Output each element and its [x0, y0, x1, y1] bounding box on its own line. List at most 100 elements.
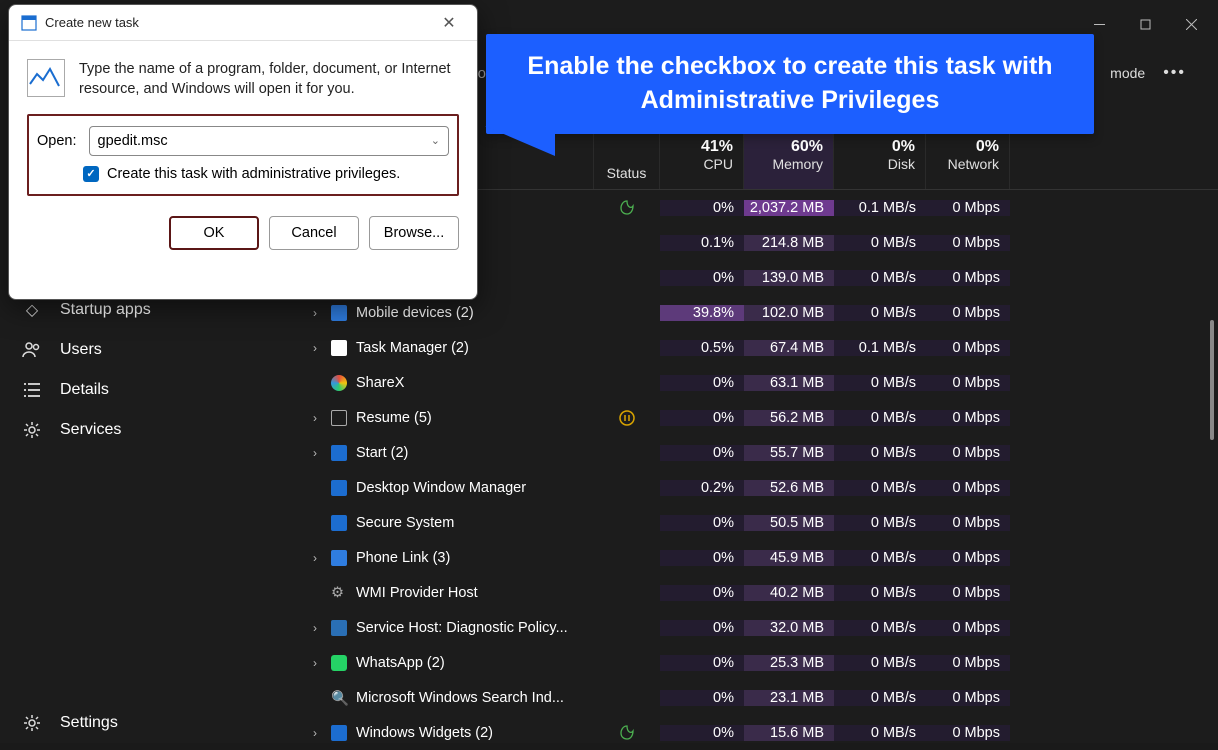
status-cell — [594, 724, 660, 742]
memory-cell: 2,037.2 MB — [744, 200, 834, 216]
network-cell: 0 Mbps — [926, 515, 1010, 531]
sidebar-item-users[interactable]: Users — [0, 330, 300, 370]
chevron-down-icon[interactable]: ⌄ — [431, 134, 440, 147]
network-cell: 0 Mbps — [926, 445, 1010, 461]
network-cell: 0 Mbps — [926, 620, 1010, 636]
users-icon — [22, 340, 42, 360]
cancel-button[interactable]: Cancel — [269, 216, 359, 250]
cpu-cell: 0.2% — [660, 480, 744, 496]
cpu-cell: 0% — [660, 270, 744, 286]
disk-cell: 0 MB/s — [834, 445, 926, 461]
network-cell: 0 Mbps — [926, 585, 1010, 601]
process-row[interactable]: ›Mobile devices (2)39.8%102.0 MB0 MB/s0 … — [300, 295, 1218, 330]
process-name: Microsoft Windows Search Ind... — [356, 690, 564, 706]
sidebar-item-details[interactable]: Details — [0, 370, 300, 410]
process-name: Task Manager (2) — [356, 340, 469, 356]
cpu-cell: 39.8% — [660, 305, 744, 321]
network-cell: 0 Mbps — [926, 305, 1010, 321]
create-task-dialog: Create new task ✕ Type the name of a pro… — [8, 4, 478, 300]
process-icon — [330, 724, 348, 742]
memory-cell: 15.6 MB — [744, 725, 834, 741]
sidebar-item-label: Startup apps — [60, 301, 151, 319]
expand-icon[interactable]: › — [308, 411, 322, 425]
process-row[interactable]: ›WhatsApp (2)0%25.3 MB0 MB/s0 Mbps — [300, 645, 1218, 680]
ok-button[interactable]: OK — [169, 216, 259, 250]
process-row[interactable]: Desktop Window Manager0.2%52.6 MB0 MB/s0… — [300, 470, 1218, 505]
admin-checkbox[interactable]: ✓ Create this task with administrative p… — [83, 166, 449, 182]
memory-cell: 63.1 MB — [744, 375, 834, 391]
expand-icon[interactable]: › — [308, 656, 322, 670]
cpu-cell: 0% — [660, 725, 744, 741]
disk-cell: 0.1 MB/s — [834, 340, 926, 356]
disk-cell: 0 MB/s — [834, 690, 926, 706]
disk-cell: 0 MB/s — [834, 620, 926, 636]
open-input[interactable]: gpedit.msc ⌄ — [89, 126, 450, 156]
process-icon — [330, 549, 348, 567]
memory-cell: 45.9 MB — [744, 550, 834, 566]
process-row[interactable]: ›Resume (5)0%56.2 MB0 MB/s0 Mbps — [300, 400, 1218, 435]
view-mode-label[interactable]: mode — [1110, 65, 1145, 81]
memory-cell: 67.4 MB — [744, 340, 834, 356]
browse-button[interactable]: Browse... — [369, 216, 459, 250]
checkbox-label: Create this task with administrative pri… — [107, 166, 400, 182]
maximize-button[interactable] — [1122, 8, 1168, 40]
checkbox-checked-icon: ✓ — [83, 166, 99, 182]
sidebar-item-services[interactable]: Services — [0, 410, 300, 450]
process-row[interactable]: Secure System0%50.5 MB0 MB/s0 Mbps — [300, 505, 1218, 540]
process-row[interactable]: ⚙WMI Provider Host0%40.2 MB0 MB/s0 Mbps — [300, 575, 1218, 610]
disk-cell: 0 MB/s — [834, 550, 926, 566]
memory-cell: 56.2 MB — [744, 410, 834, 426]
process-row[interactable]: ShareX0%63.1 MB0 MB/s0 Mbps — [300, 365, 1218, 400]
cpu-cell: 0% — [660, 200, 744, 216]
callout-text: Enable the checkbox to create this task … — [486, 34, 1094, 134]
process-row[interactable]: ›Service Host: Diagnostic Policy...0%32.… — [300, 610, 1218, 645]
process-name: Mobile devices (2) — [356, 305, 474, 321]
dialog-close-button[interactable]: ✕ — [433, 13, 465, 33]
memory-cell: 214.8 MB — [744, 235, 834, 251]
process-icon: 🔍 — [330, 689, 348, 707]
memory-cell: 40.2 MB — [744, 585, 834, 601]
close-button[interactable] — [1168, 8, 1214, 40]
run-icon — [21, 15, 37, 31]
network-cell: 0 Mbps — [926, 410, 1010, 426]
process-row[interactable]: ›Start (2)0%55.7 MB0 MB/s0 Mbps — [300, 435, 1218, 470]
memory-cell: 32.0 MB — [744, 620, 834, 636]
dialog-input-group: Open: gpedit.msc ⌄ ✓ Create this task wi… — [27, 114, 459, 196]
more-icon[interactable]: ••• — [1163, 64, 1186, 82]
expand-icon[interactable]: › — [308, 551, 322, 565]
process-icon — [330, 374, 348, 392]
disk-cell: 0 MB/s — [834, 585, 926, 601]
memory-cell: 23.1 MB — [744, 690, 834, 706]
process-icon — [330, 654, 348, 672]
expand-icon[interactable]: › — [308, 341, 322, 355]
rocket-icon: ◇ — [22, 300, 42, 320]
disk-cell: 0 MB/s — [834, 235, 926, 251]
settings-icon — [22, 713, 42, 733]
open-label: Open: — [37, 133, 77, 149]
network-cell: 0 Mbps — [926, 480, 1010, 496]
process-row[interactable]: ›Task Manager (2)0.5%67.4 MB0.1 MB/s0 Mb… — [300, 330, 1218, 365]
process-row[interactable]: 🔍Microsoft Windows Search Ind...0%23.1 M… — [300, 680, 1218, 715]
sidebar-item-label: Users — [60, 341, 102, 359]
network-cell: 0 Mbps — [926, 375, 1010, 391]
open-input-value: gpedit.msc — [98, 133, 168, 149]
sidebar-item-label: Details — [60, 381, 109, 399]
network-cell: 0 Mbps — [926, 725, 1010, 741]
process-name: Resume (5) — [356, 410, 432, 426]
expand-icon[interactable]: › — [308, 446, 322, 460]
expand-icon[interactable]: › — [308, 726, 322, 740]
expand-icon[interactable]: › — [308, 306, 322, 320]
process-icon — [330, 339, 348, 357]
cpu-cell: 0% — [660, 620, 744, 636]
process-name: Windows Widgets (2) — [356, 725, 493, 741]
sidebar-item-settings[interactable]: Settings — [0, 703, 300, 743]
process-row[interactable]: ›Windows Widgets (2)0%15.6 MB0 MB/s0 Mbp… — [300, 715, 1218, 750]
status-cell — [594, 199, 660, 217]
scrollbar-thumb[interactable] — [1210, 320, 1214, 440]
disk-cell: 0 MB/s — [834, 515, 926, 531]
expand-icon[interactable]: › — [308, 621, 322, 635]
disk-cell: 0 MB/s — [834, 305, 926, 321]
process-row[interactable]: ›Phone Link (3)0%45.9 MB0 MB/s0 Mbps — [300, 540, 1218, 575]
network-cell: 0 Mbps — [926, 690, 1010, 706]
disk-cell: 0 MB/s — [834, 375, 926, 391]
